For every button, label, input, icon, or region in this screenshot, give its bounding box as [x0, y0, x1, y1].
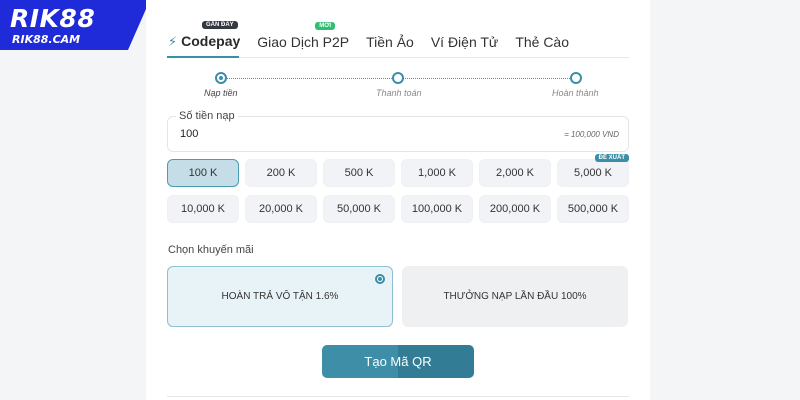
- chip-label: 20,000 K: [258, 203, 304, 215]
- chip-label: 500,000 K: [567, 203, 619, 215]
- tab-scratch-card[interactable]: Thẻ Cào: [515, 34, 569, 50]
- chip-label: 1,000 K: [418, 167, 456, 179]
- amount-input[interactable]: [180, 128, 380, 140]
- tab-label: Thẻ Cào: [515, 33, 570, 50]
- promo-option-first-deposit[interactable]: THƯỞNG NẠP LẦN ĐẦU 100%: [402, 266, 628, 327]
- bottom-divider: [167, 396, 629, 397]
- chip-label: 2,000 K: [496, 167, 534, 179]
- chip-label: 500 K: [344, 167, 374, 179]
- lightning-icon: ⚡: [168, 34, 178, 49]
- chip-label: 5,000 K: [574, 167, 612, 179]
- step-3-marker: [570, 72, 582, 84]
- create-qr-button[interactable]: Tạo Mã QR: [322, 345, 474, 378]
- tab-label: Ví Điện Tử: [430, 33, 499, 50]
- recent-badge: GẦN ĐÂY: [202, 21, 238, 29]
- tab-label: Codepay: [181, 33, 241, 49]
- amount-label: Số tiền nạp: [176, 110, 238, 122]
- chip-label: 10,000 K: [180, 203, 226, 215]
- payment-tabs: GẦN ĐÂY ⚡ Codepay MỚI Giao Dịch P2P Tiền …: [168, 21, 586, 50]
- radio-selected-icon[interactable]: [375, 274, 385, 284]
- amount-chip-500k[interactable]: 500 K: [323, 159, 395, 187]
- amount-chip-20000k[interactable]: 20,000 K: [245, 195, 317, 223]
- tab-label: Giao Dịch P2P: [257, 33, 350, 50]
- promo-option-cashback[interactable]: HOÀN TRẢ VÔ TẬN 1.6%: [167, 266, 393, 327]
- active-tab-indicator: [167, 56, 239, 58]
- amount-chip-100000k[interactable]: 100,000 K: [401, 195, 473, 223]
- promo-label: THƯỞNG NẠP LẦN ĐẦU 100%: [443, 291, 587, 302]
- tab-crypto[interactable]: Tiền Ảo: [366, 34, 414, 50]
- chip-label: 100,000 K: [411, 203, 463, 215]
- amount-chip-200000k[interactable]: 200,000 K: [479, 195, 551, 223]
- step-1-marker: [215, 72, 227, 84]
- tab-p2p[interactable]: MỚI Giao Dịch P2P: [257, 21, 350, 50]
- amount-chip-10000k[interactable]: 10,000 K: [167, 195, 239, 223]
- amount-chip-2000k[interactable]: 2,000 K: [479, 159, 551, 187]
- chip-label: 100 K: [188, 167, 218, 179]
- tab-codepay[interactable]: GẦN ĐÂY ⚡ Codepay: [168, 21, 241, 50]
- brand-logo[interactable]: RIK88 RIK88.CAM: [0, 0, 150, 50]
- logo-subtext: RIK88.CAM: [12, 33, 81, 46]
- amount-chip-500000k[interactable]: 500,000 K: [557, 195, 629, 223]
- logo-text: RIK88: [10, 4, 96, 33]
- tab-label: Tiền Ảo: [366, 33, 414, 50]
- recommended-badge: ĐỀ XUẤT: [594, 154, 629, 162]
- new-badge: MỚI: [315, 21, 336, 30]
- step-1-label: Nạp tiền: [204, 88, 238, 98]
- amount-chip-5000k[interactable]: ĐỀ XUẤT 5,000 K: [557, 154, 629, 187]
- promo-section-title: Chọn khuyến mãi: [168, 244, 254, 256]
- tab-e-wallet[interactable]: Ví Điện Tử: [431, 34, 498, 50]
- chip-label: 200 K: [266, 167, 296, 179]
- chip-label: 200,000 K: [489, 203, 541, 215]
- amount-chip-200k[interactable]: 200 K: [245, 159, 317, 187]
- step-2-label: Thanh toán: [376, 88, 422, 98]
- amount-chip-50000k[interactable]: 50,000 K: [323, 195, 395, 223]
- amount-chip-100k[interactable]: 100 K: [167, 159, 239, 187]
- step-3-label: Hoàn thành: [552, 88, 599, 98]
- step-2-marker: [392, 72, 404, 84]
- amount-conversion: = 100,000 VND: [564, 130, 619, 139]
- promo-label: HOÀN TRẢ VÔ TẬN 1.6%: [221, 291, 339, 302]
- chip-label: 50,000 K: [336, 203, 382, 215]
- amount-chip-1000k[interactable]: 1,000 K: [401, 159, 473, 187]
